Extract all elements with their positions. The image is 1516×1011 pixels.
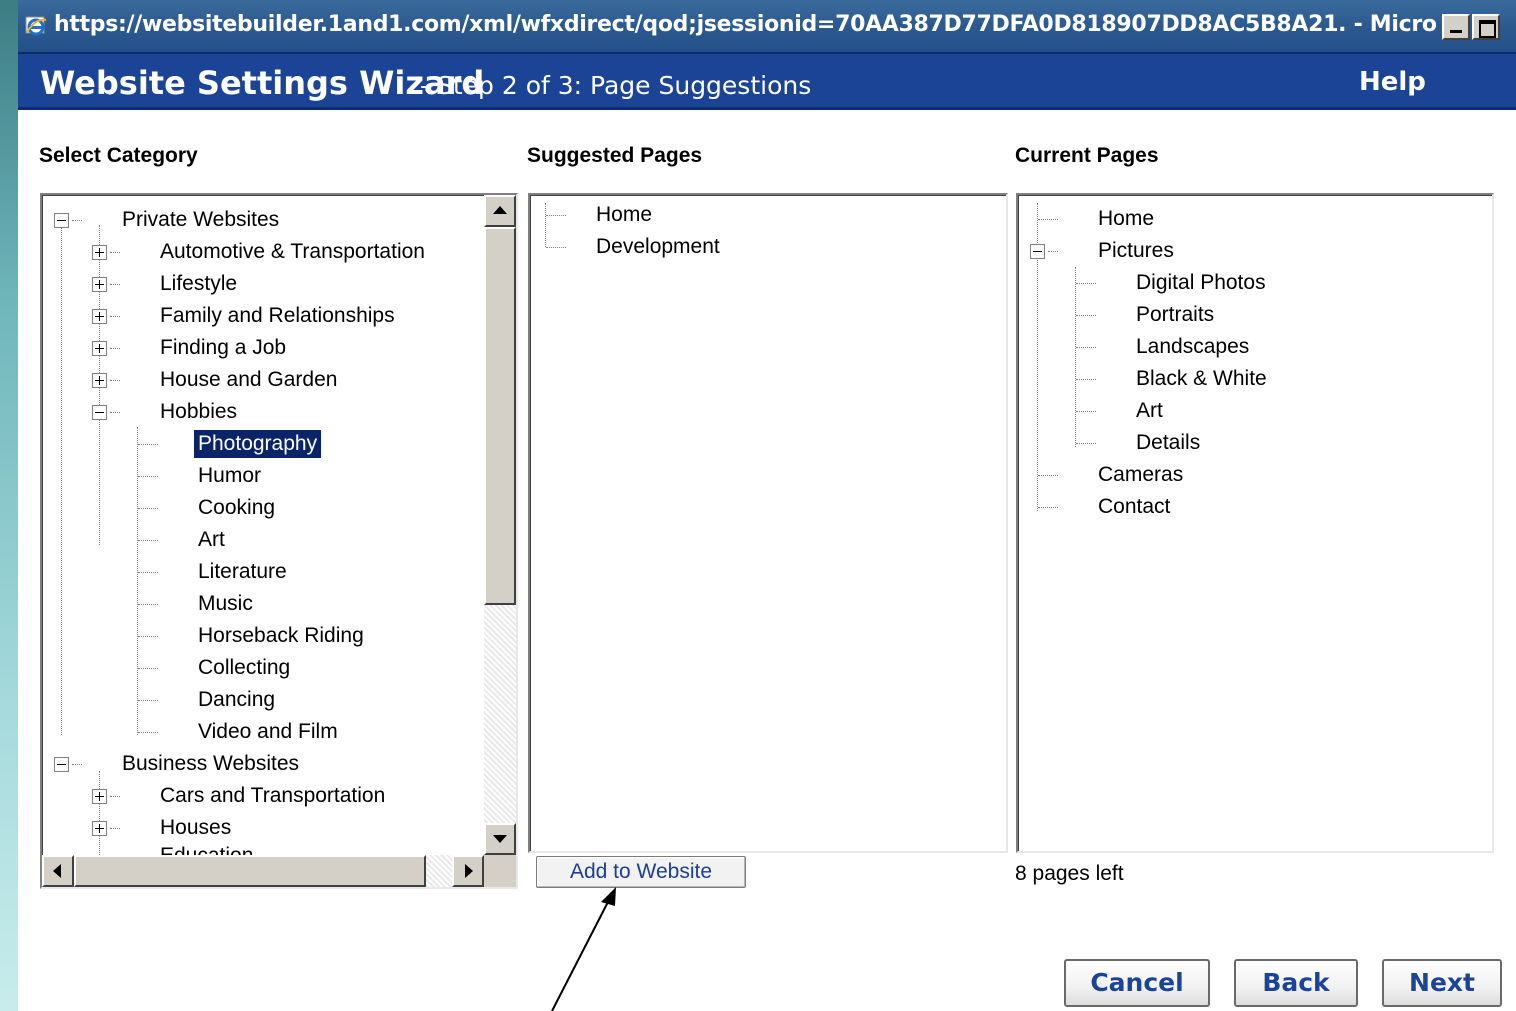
scroll-left-button[interactable] bbox=[42, 855, 74, 887]
current-page-item[interactable]: Contact bbox=[1098, 493, 1170, 521]
scroll-up-button[interactable] bbox=[484, 195, 516, 227]
tree-node-photography-selected[interactable]: Photography bbox=[192, 429, 323, 459]
current-page-pictures[interactable]: Pictures bbox=[1098, 237, 1174, 265]
tree-node-hobby[interactable]: Cooking bbox=[198, 494, 275, 522]
tree-node-private-websites[interactable]: Private Websites bbox=[122, 206, 279, 234]
collapse-icon[interactable] bbox=[92, 405, 107, 420]
tree-node-category[interactable]: Finding a Job bbox=[160, 334, 286, 362]
desktop-background-strip bbox=[0, 0, 18, 1011]
tree-node-category[interactable]: House and Garden bbox=[160, 366, 337, 394]
current-pages-list[interactable]: Home Pictures Digital Photos Portraits L… bbox=[1016, 193, 1494, 853]
tree-node-category[interactable]: Family and Relationships bbox=[160, 302, 395, 330]
tree-node-category[interactable]: Cars and Transportation bbox=[160, 782, 385, 810]
current-page-item[interactable]: Home bbox=[1098, 205, 1154, 233]
expand-icon[interactable] bbox=[92, 245, 107, 260]
arrow-left-icon bbox=[53, 864, 61, 878]
arrow-down-icon bbox=[493, 835, 507, 843]
category-tree[interactable]: Private Websites Automotive & Transporta… bbox=[40, 193, 518, 889]
tree-node-hobby[interactable]: Collecting bbox=[198, 654, 290, 682]
suggested-pages-label: Suggested Pages bbox=[527, 144, 703, 167]
expand-icon[interactable] bbox=[92, 821, 107, 836]
tree-node-hobby[interactable]: Humor bbox=[198, 462, 261, 490]
collapse-icon[interactable] bbox=[54, 757, 69, 772]
suggested-page-item[interactable]: Development bbox=[596, 233, 720, 261]
arrow-up-icon bbox=[493, 206, 507, 214]
current-subpage-item[interactable]: Black & White bbox=[1136, 365, 1267, 393]
scrollbar-corner bbox=[484, 855, 516, 887]
tree-node-category[interactable]: Lifestyle bbox=[160, 270, 237, 298]
collapse-icon[interactable] bbox=[1030, 244, 1045, 259]
collapse-icon[interactable] bbox=[54, 213, 69, 228]
current-subpage-item[interactable]: Portraits bbox=[1136, 301, 1214, 329]
tree-node-hobby[interactable]: Horseback Riding bbox=[198, 622, 364, 650]
wizard-header: Website Settings Wizard - Step 2 of 3: P… bbox=[18, 54, 1516, 110]
suggested-pages-list[interactable]: Home Development bbox=[528, 193, 1008, 853]
current-subpage-item[interactable]: Landscapes bbox=[1136, 333, 1249, 361]
scroll-right-button[interactable] bbox=[452, 855, 484, 887]
tree-node-category[interactable]: Automotive & Transportation bbox=[160, 238, 425, 266]
vertical-scroll-thumb[interactable] bbox=[484, 227, 516, 605]
help-link[interactable]: Help bbox=[1359, 67, 1426, 97]
scroll-down-button[interactable] bbox=[484, 823, 516, 855]
vertical-scrollbar[interactable] bbox=[484, 195, 516, 855]
maximize-button[interactable] bbox=[1472, 14, 1500, 40]
tree-node-hobby[interactable]: Art bbox=[198, 526, 225, 554]
tree-node-business-websites[interactable]: Business Websites bbox=[122, 750, 299, 778]
expand-icon[interactable] bbox=[92, 277, 107, 292]
internet-explorer-icon bbox=[25, 16, 47, 36]
tree-node-category[interactable]: Houses bbox=[160, 814, 231, 842]
suggested-page-item[interactable]: Home bbox=[596, 201, 652, 229]
tree-node-hobby[interactable]: Music bbox=[198, 590, 253, 618]
expand-icon[interactable] bbox=[92, 373, 107, 388]
expand-icon[interactable] bbox=[92, 789, 107, 804]
tree-node-hobby[interactable]: Literature bbox=[198, 558, 287, 586]
current-subpage-item[interactable]: Digital Photos bbox=[1136, 269, 1266, 297]
current-page-item[interactable]: Cameras bbox=[1098, 461, 1183, 489]
expand-icon[interactable] bbox=[92, 309, 107, 324]
back-button[interactable]: Back bbox=[1234, 959, 1358, 1007]
pages-left-status: 8 pages left bbox=[1015, 862, 1124, 885]
wizard-step-label: - Step 2 of 3: Page Suggestions bbox=[420, 71, 812, 100]
expand-icon[interactable] bbox=[92, 341, 107, 356]
tree-node-hobby[interactable]: Video and Film bbox=[198, 718, 338, 746]
current-pages-label: Current Pages bbox=[1015, 144, 1159, 167]
horizontal-scroll-thumb[interactable] bbox=[74, 855, 426, 887]
browser-title-bar[interactable]: https://websitebuilder.1and1.com/xml/wfx… bbox=[18, 0, 1516, 54]
browser-window: https://websitebuilder.1and1.com/xml/wfx… bbox=[18, 0, 1516, 1011]
browser-window-title: https://websitebuilder.1and1.com/xml/wfx… bbox=[54, 12, 1436, 37]
select-category-label: Select Category bbox=[39, 144, 198, 167]
current-subpage-item[interactable]: Details bbox=[1136, 429, 1200, 457]
tree-node-category-partial[interactable]: Education bbox=[160, 842, 253, 855]
tree-node-hobby[interactable]: Dancing bbox=[198, 686, 275, 714]
horizontal-scrollbar[interactable] bbox=[42, 855, 484, 887]
next-button[interactable]: Next bbox=[1382, 959, 1502, 1007]
cancel-button[interactable]: Cancel bbox=[1064, 959, 1210, 1007]
current-subpage-item[interactable]: Art bbox=[1136, 397, 1163, 425]
minimize-button[interactable] bbox=[1442, 14, 1470, 40]
add-to-website-button[interactable]: Add to Website bbox=[536, 856, 746, 888]
tree-node-hobbies[interactable]: Hobbies bbox=[160, 398, 237, 426]
wizard-title: Website Settings Wizard bbox=[40, 64, 485, 102]
arrow-right-icon bbox=[465, 864, 473, 878]
